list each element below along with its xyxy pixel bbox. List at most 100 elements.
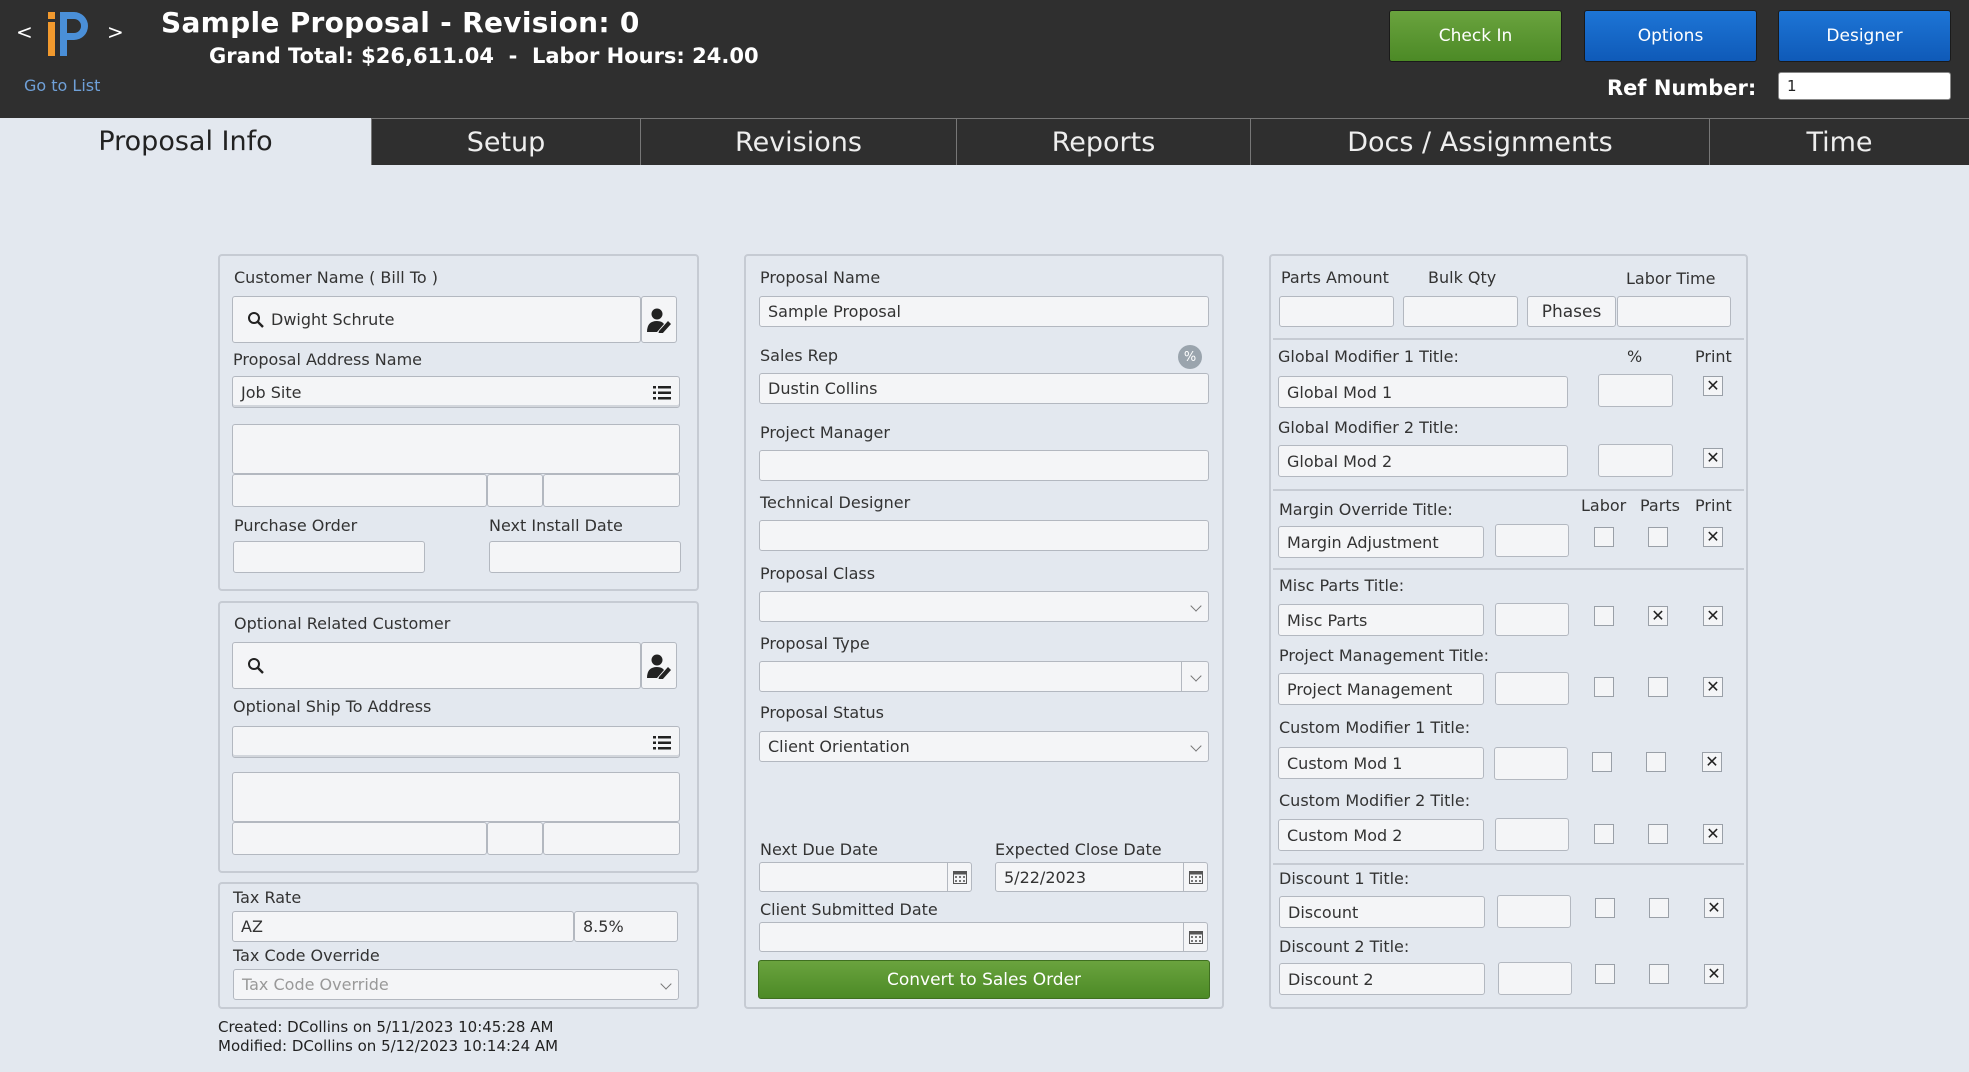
go-to-list-link[interactable]: Go to List: [24, 76, 100, 95]
misc-parts-value-input[interactable]: [1495, 603, 1569, 636]
custom-modifier-2-label: Custom Modifier 2 Title:: [1279, 791, 1471, 810]
project-management-print-checkbox[interactable]: [1703, 677, 1723, 697]
sales-rep-select[interactable]: Dustin Collins: [759, 373, 1209, 404]
global-modifier-1-percent-input[interactable]: [1598, 374, 1673, 407]
custom-modifier-1-value-input[interactable]: [1494, 747, 1568, 780]
technical-designer-select[interactable]: [759, 520, 1209, 551]
commission-percent-button[interactable]: %: [1178, 345, 1202, 369]
project-management-parts-checkbox[interactable]: [1648, 677, 1668, 697]
discount-1-labor-checkbox[interactable]: [1595, 898, 1615, 918]
edit-customer-button[interactable]: [641, 296, 677, 343]
related-customer-label: Optional Related Customer: [234, 614, 451, 633]
margin-override-value-input[interactable]: [1495, 524, 1569, 557]
ship-city-field[interactable]: [232, 822, 487, 855]
proposal-status-label: Proposal Status: [760, 703, 884, 722]
global-modifier-1-print-checkbox[interactable]: [1703, 376, 1723, 396]
project-management-value-input[interactable]: [1495, 672, 1569, 705]
next-record-button[interactable]: >: [107, 20, 124, 44]
tax-code-override-select[interactable]: Tax Code Override: [233, 969, 679, 1000]
bulk-qty-input[interactable]: [1403, 296, 1518, 327]
discount-1-print-checkbox[interactable]: [1704, 898, 1724, 918]
search-icon: [248, 311, 264, 328]
misc-parts-parts-checkbox[interactable]: [1648, 606, 1668, 626]
margin-override-label: Margin Override Title:: [1279, 500, 1453, 519]
margin-override-title-input[interactable]: Margin Adjustment: [1278, 526, 1484, 558]
purchase-order-input[interactable]: [233, 541, 425, 573]
designer-button[interactable]: Designer: [1778, 10, 1951, 62]
custom-modifier-2-labor-checkbox[interactable]: [1594, 824, 1614, 844]
parts-amount-input[interactable]: [1279, 296, 1394, 327]
margin-override-parts-checkbox[interactable]: [1648, 527, 1668, 547]
ship-zip-field[interactable]: [543, 822, 680, 855]
proposal-type-select[interactable]: [759, 661, 1209, 692]
tax-rate-percent-field[interactable]: 8.5%: [574, 911, 678, 942]
discount-1-parts-checkbox[interactable]: [1649, 898, 1669, 918]
previous-record-button[interactable]: <: [16, 20, 33, 44]
proposal-status-select[interactable]: Client Orientation: [759, 731, 1209, 762]
margin-override-print-checkbox[interactable]: [1703, 527, 1723, 547]
discount-2-title-input[interactable]: Discount 2: [1279, 963, 1485, 995]
next-install-date-input[interactable]: [489, 541, 681, 573]
expected-close-date-input[interactable]: 5/22/2023: [995, 862, 1208, 892]
discount-2-parts-checkbox[interactable]: [1649, 964, 1669, 984]
address-state-field[interactable]: [487, 474, 543, 507]
tab-time[interactable]: Time: [1709, 118, 1969, 165]
project-manager-select[interactable]: [759, 450, 1209, 481]
misc-parts-labor-checkbox[interactable]: [1594, 606, 1614, 626]
address-zip-field[interactable]: [543, 474, 680, 507]
calendar-icon[interactable]: [1183, 863, 1207, 891]
tab-docs-assignments[interactable]: Docs / Assignments: [1250, 118, 1709, 165]
global-modifier-2-print-checkbox[interactable]: [1703, 448, 1723, 468]
next-due-date-input[interactable]: [759, 862, 972, 892]
address-street-field[interactable]: [232, 424, 680, 474]
global-modifier-2-percent-input[interactable]: [1598, 444, 1673, 477]
misc-parts-title-input[interactable]: Misc Parts: [1278, 604, 1484, 636]
ship-street-field[interactable]: [232, 772, 680, 822]
discount-1-title-input[interactable]: Discount: [1279, 896, 1485, 928]
custom-modifier-1-title-input[interactable]: Custom Mod 1: [1278, 747, 1484, 779]
discount-2-labor-checkbox[interactable]: [1595, 964, 1615, 984]
calendar-icon[interactable]: [1183, 923, 1207, 951]
custom-modifier-2-parts-checkbox[interactable]: [1648, 824, 1668, 844]
customer-name-field[interactable]: Dwight Schrute: [232, 296, 641, 343]
calendar-icon[interactable]: [947, 863, 971, 891]
edit-related-customer-button[interactable]: [641, 642, 677, 689]
discount-2-print-checkbox[interactable]: [1704, 964, 1724, 984]
tax-rate-code-field[interactable]: AZ: [232, 911, 574, 942]
tab-revisions[interactable]: Revisions: [640, 118, 956, 165]
tab-setup[interactable]: Setup: [371, 118, 640, 165]
tab-reports[interactable]: Reports: [956, 118, 1250, 165]
customer-name-label: Customer Name ( Bill To ): [234, 268, 438, 287]
options-button[interactable]: Options: [1584, 10, 1757, 62]
custom-modifier-2-title-input[interactable]: Custom Mod 2: [1278, 819, 1484, 851]
custom-modifier-2-value-input[interactable]: [1495, 818, 1569, 851]
select-divider: [1181, 662, 1182, 691]
related-customer-field[interactable]: [232, 642, 641, 689]
tab-proposal-info[interactable]: Proposal Info: [0, 118, 371, 165]
custom-modifier-2-print-checkbox[interactable]: [1703, 824, 1723, 844]
discount-1-value-input[interactable]: [1497, 895, 1571, 928]
check-in-button[interactable]: Check In: [1389, 10, 1562, 62]
project-management-title-input[interactable]: Project Management: [1278, 673, 1484, 705]
proposal-details-panel: [744, 254, 1224, 1009]
ship-state-field[interactable]: [487, 822, 543, 855]
convert-to-sales-order-button[interactable]: Convert to Sales Order: [758, 960, 1210, 999]
global-modifier-1-title-input[interactable]: Global Mod 1: [1278, 376, 1568, 408]
discount-2-value-input[interactable]: [1498, 962, 1572, 995]
phases-button[interactable]: Phases: [1527, 296, 1616, 327]
labor-time-input[interactable]: [1617, 296, 1731, 327]
ref-number-input[interactable]: 1: [1778, 72, 1951, 100]
global-modifier-2-title-input[interactable]: Global Mod 2: [1278, 445, 1568, 477]
misc-parts-print-checkbox[interactable]: [1703, 606, 1723, 626]
client-submitted-date-input[interactable]: [759, 922, 1208, 952]
proposal-class-select[interactable]: [759, 591, 1209, 622]
custom-modifier-1-parts-checkbox[interactable]: [1646, 752, 1666, 772]
custom-modifier-1-labor-checkbox[interactable]: [1592, 752, 1612, 772]
address-city-field[interactable]: [232, 474, 487, 507]
ship-to-address-select[interactable]: [232, 726, 680, 758]
custom-modifier-1-print-checkbox[interactable]: [1702, 752, 1722, 772]
margin-override-labor-checkbox[interactable]: [1594, 527, 1614, 547]
proposal-address-name-select[interactable]: Job Site: [232, 376, 680, 408]
project-management-labor-checkbox[interactable]: [1594, 677, 1614, 697]
proposal-name-input[interactable]: Sample Proposal: [759, 296, 1209, 327]
